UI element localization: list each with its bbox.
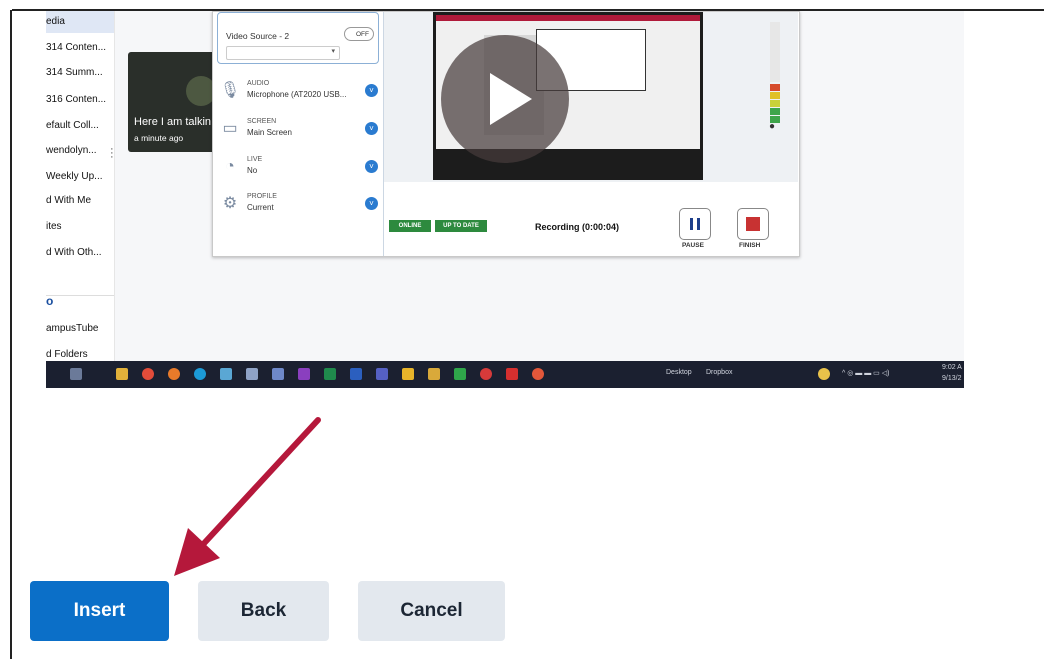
back-button[interactable]: Back [198,581,329,641]
insert-button[interactable]: Insert [30,581,169,641]
annotation-arrow-icon [174,417,321,576]
cancel-button[interactable]: Cancel [358,581,505,641]
